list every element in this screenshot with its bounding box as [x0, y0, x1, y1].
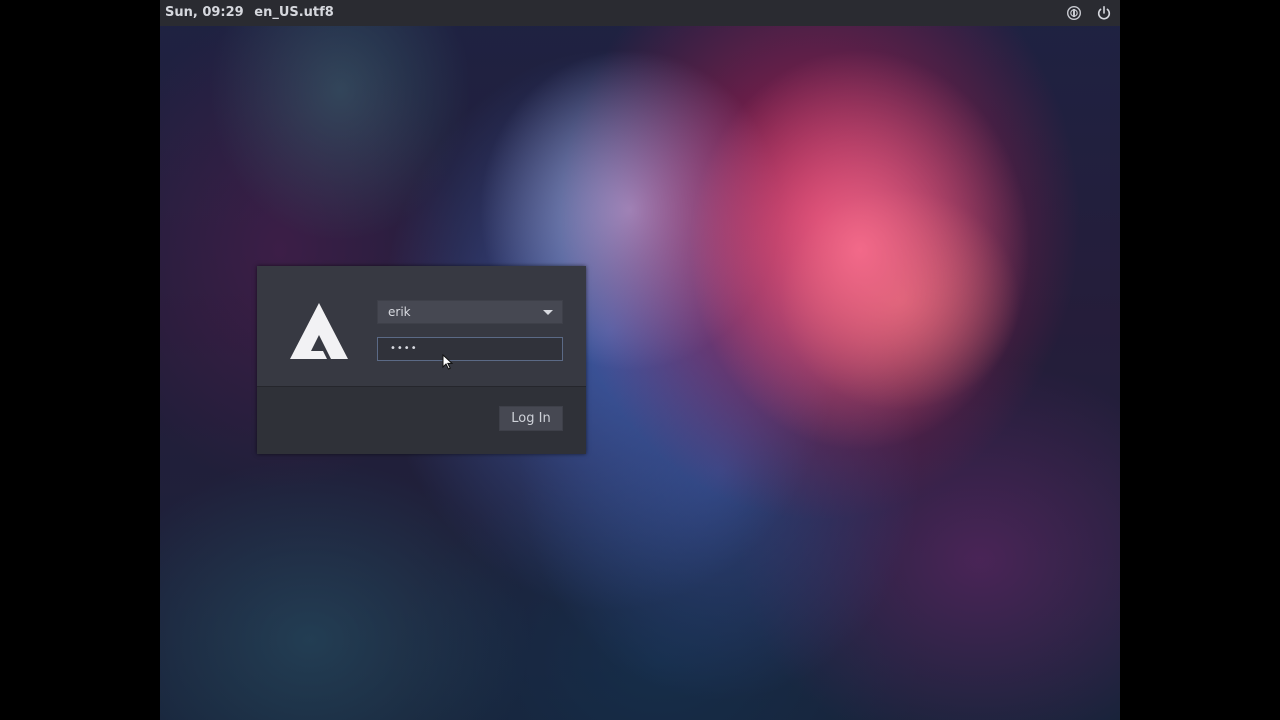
login-dialog: erik •••• Log In — [257, 266, 586, 454]
login-screen: Sun, 09:29 en_US.utf8 erik •••• Log In — [160, 0, 1120, 720]
login-button[interactable]: Log In — [499, 406, 563, 431]
locale-indicator: en_US.utf8 — [254, 5, 334, 20]
accessibility-icon[interactable] — [1066, 5, 1082, 21]
clock: Sun, 09:29 — [165, 5, 244, 20]
top-bar-status: Sun, 09:29 en_US.utf8 — [165, 5, 340, 20]
mouse-pointer-icon — [442, 353, 454, 371]
power-icon[interactable] — [1096, 5, 1112, 21]
username-value: erik — [388, 305, 411, 319]
dropdown-arrow-icon — [543, 310, 553, 315]
top-bar: Sun, 09:29 en_US.utf8 — [160, 0, 1120, 26]
username-select[interactable]: erik — [377, 300, 563, 324]
password-field[interactable]: •••• — [377, 337, 563, 361]
password-masked-value: •••• — [390, 343, 418, 354]
login-credentials-area: erik •••• — [257, 266, 586, 387]
arcolinux-logo-icon — [288, 301, 350, 361]
